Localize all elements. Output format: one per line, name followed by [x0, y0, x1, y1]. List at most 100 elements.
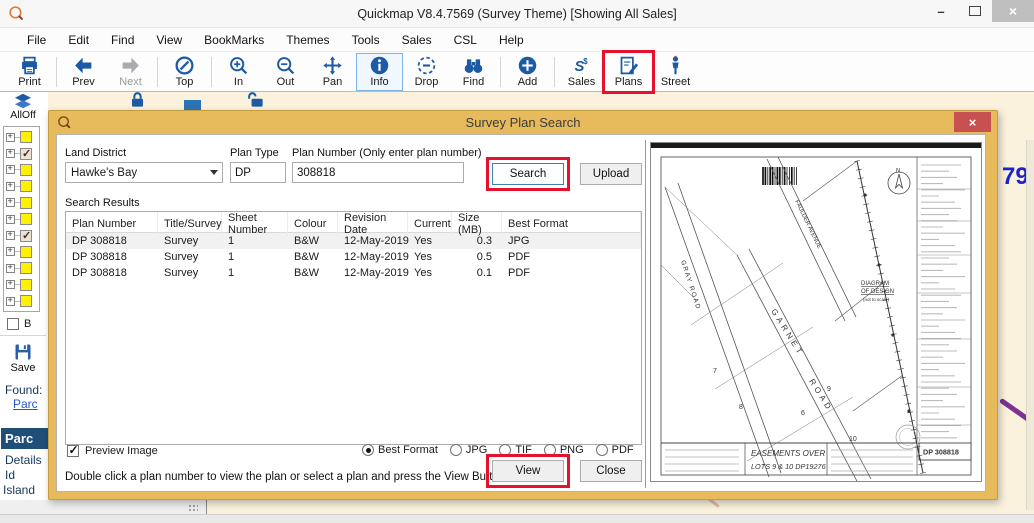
layer-swatch[interactable]: [20, 246, 32, 258]
sidebar-checkbox-label: B: [24, 318, 31, 330]
result-row-1[interactable]: DP 308818Survey1B&W12-May-2019Yes0.3JPG: [66, 233, 641, 249]
plan-type-input[interactable]: [230, 162, 286, 183]
menu-tools[interactable]: Tools: [341, 30, 391, 50]
toolbar: PrintPrevNextTopInOutPanInfoDropFindAddS…: [0, 52, 1034, 92]
sidebar-checkbox[interactable]: [7, 318, 19, 330]
format-option-jpg[interactable]: JPG: [450, 444, 487, 456]
minimize-button[interactable]: –: [924, 0, 958, 22]
drop-button[interactable]: Drop: [403, 53, 450, 91]
next-button[interactable]: Next: [107, 53, 154, 91]
expand-icon[interactable]: [6, 231, 15, 240]
radio-icon[interactable]: [450, 444, 462, 456]
street-button[interactable]: Street: [652, 53, 699, 91]
preview-image-checkbox[interactable]: [67, 445, 79, 457]
zoom-out-icon: [275, 55, 296, 76]
maximize-button[interactable]: [958, 0, 992, 22]
expand-icon[interactable]: [6, 165, 15, 174]
layer-swatch[interactable]: [20, 213, 32, 225]
parcel-link[interactable]: Parc: [13, 397, 38, 411]
all-off-label: AllOff: [10, 109, 35, 121]
column-header-title-survey[interactable]: Title/Survey: [158, 212, 222, 236]
preview-image-option[interactable]: Preview Image: [67, 445, 158, 457]
expand-icon[interactable]: [6, 247, 15, 256]
land-district-select[interactable]: Hawke's Bay: [65, 162, 223, 183]
prev-label: Prev: [72, 77, 95, 88]
arrow-right-icon: [120, 55, 141, 76]
expand-icon[interactable]: [6, 198, 15, 207]
info-icon: [369, 55, 390, 76]
layer-swatch[interactable]: [20, 180, 32, 192]
column-header-revision-date[interactable]: Revision Date: [338, 212, 408, 236]
expand-icon[interactable]: [6, 280, 15, 289]
sales-button[interactable]: S$Sales: [558, 53, 605, 91]
layer-swatch[interactable]: [20, 295, 32, 307]
expand-icon[interactable]: [6, 149, 15, 158]
cell-sheet-number: 1: [222, 235, 288, 247]
close-button[interactable]: ×: [992, 0, 1034, 22]
lock-closed-icon[interactable]: [128, 90, 147, 109]
close-dialog-button[interactable]: Close: [580, 460, 642, 482]
plans-label: Plans: [615, 77, 643, 88]
sales-label: Sales: [568, 77, 596, 88]
info-button[interactable]: Info: [356, 53, 403, 91]
column-header-size-mb[interactable]: Size (MB): [452, 212, 502, 236]
menu-edit[interactable]: Edit: [57, 30, 100, 50]
dialog-close-button[interactable]: ×: [954, 112, 991, 132]
menu-view[interactable]: View: [145, 30, 193, 50]
upload-button[interactable]: Upload: [580, 163, 642, 185]
radio-icon[interactable]: [596, 444, 608, 456]
svg-text:7: 7: [713, 368, 717, 375]
out-button[interactable]: Out: [262, 53, 309, 91]
expand-icon[interactable]: [6, 215, 15, 224]
expand-icon[interactable]: [6, 297, 15, 306]
quickmap-window: Quickmap V8.4.7569 (Survey Theme) [Showi…: [0, 0, 1034, 523]
top-button[interactable]: Top: [161, 53, 208, 91]
layer-swatch[interactable]: [20, 279, 32, 291]
layer-swatch[interactable]: [20, 262, 32, 274]
column-header-sheet-number[interactable]: Sheet Number: [222, 212, 288, 236]
column-header-plan-number[interactable]: Plan Number: [66, 212, 158, 236]
toolbar-separator: [500, 57, 501, 87]
in-button[interactable]: In: [215, 53, 262, 91]
layer-swatch[interactable]: [20, 164, 32, 176]
format-option-pdf[interactable]: PDF: [596, 444, 634, 456]
expand-icon[interactable]: [6, 264, 15, 273]
layer-swatch[interactable]: [20, 197, 32, 209]
prev-button[interactable]: Prev: [60, 53, 107, 91]
menu-file[interactable]: File: [16, 30, 57, 50]
result-row-3[interactable]: DP 308818Survey1B&W12-May-2019Yes0.1PDF: [66, 265, 641, 281]
find-button[interactable]: Find: [450, 53, 497, 91]
radio-icon[interactable]: [362, 444, 374, 456]
menu-find[interactable]: Find: [100, 30, 145, 50]
printer-icon: [19, 55, 40, 76]
column-header-best-format[interactable]: Best Format: [502, 212, 641, 236]
expand-icon[interactable]: [6, 182, 15, 191]
lock-open-icon[interactable]: [246, 90, 265, 109]
print-button[interactable]: Print: [6, 53, 53, 91]
resize-grip[interactable]: [188, 504, 198, 511]
menu-sales[interactable]: Sales: [391, 30, 443, 50]
format-option-best-format[interactable]: Best Format: [362, 444, 438, 456]
map-scrollbar[interactable]: [1026, 140, 1034, 510]
compass-icon: [174, 55, 195, 76]
menu-help[interactable]: Help: [488, 30, 535, 50]
pan-button[interactable]: Pan: [309, 53, 356, 91]
in-label: In: [234, 77, 243, 88]
layer-swatch-checked[interactable]: [20, 148, 32, 160]
top-label: Top: [176, 77, 194, 88]
column-header-current[interactable]: Current: [408, 212, 452, 236]
add-button[interactable]: Add: [504, 53, 551, 91]
menu-bookmarks[interactable]: BookMarks: [193, 30, 275, 50]
plan-number-input[interactable]: [292, 162, 464, 183]
search-results-label: Search Results: [65, 197, 140, 209]
save-button[interactable]: Save: [6, 342, 40, 374]
all-off-button[interactable]: AllOff: [1, 93, 45, 121]
result-row-2[interactable]: DP 308818Survey1B&W12-May-2019Yes0.5PDF: [66, 249, 641, 265]
layer-swatch[interactable]: [20, 131, 32, 143]
plans-button[interactable]: Plans: [605, 53, 652, 91]
column-header-colour[interactable]: Colour: [288, 212, 338, 236]
menu-csl[interactable]: CSL: [443, 30, 488, 50]
menu-themes[interactable]: Themes: [275, 30, 340, 50]
expand-icon[interactable]: [6, 133, 15, 142]
layer-swatch-checked[interactable]: [20, 230, 32, 242]
